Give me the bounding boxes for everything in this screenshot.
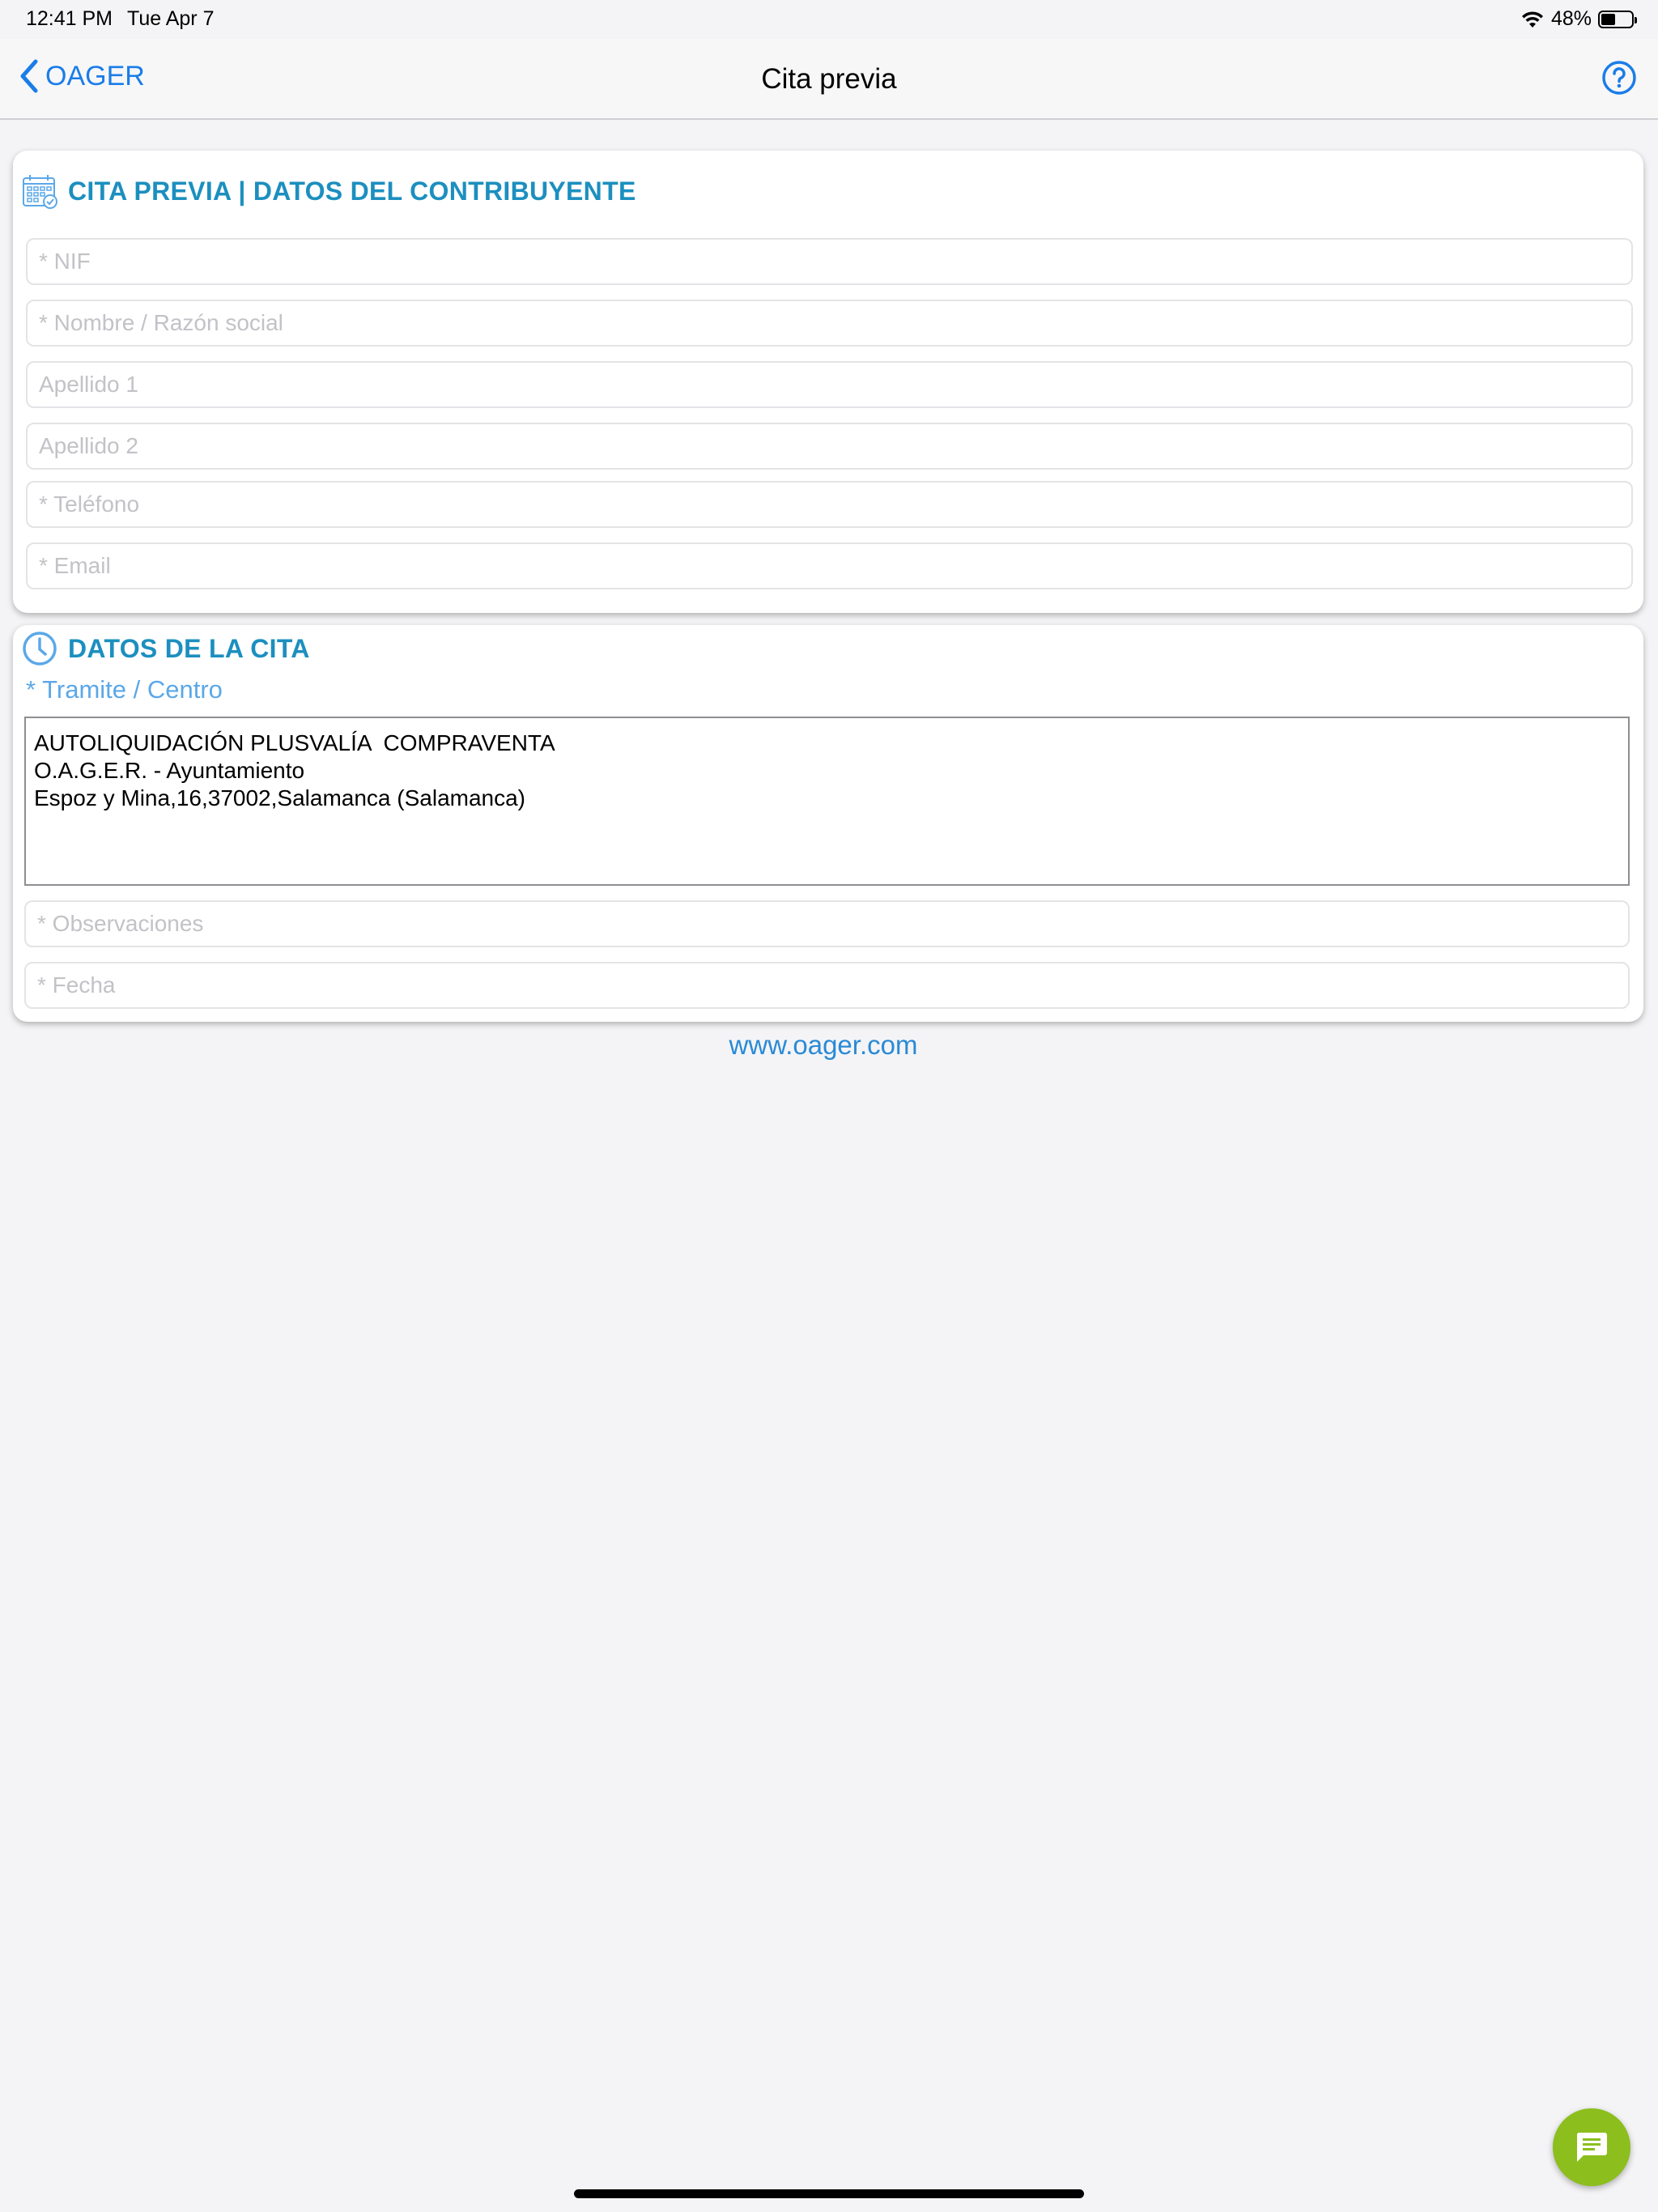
status-indicators: 48%	[1520, 7, 1637, 31]
battery-percent: 48%	[1550, 7, 1592, 30]
tramite-line-office: O.A.G.E.R. - Ayuntamiento	[34, 758, 305, 783]
phone-field[interactable]: * Teléfono	[26, 481, 1633, 528]
appointment-section-header: DATOS DE LA CITA	[21, 630, 310, 667]
taxpayer-section-header: CITA PREVIA | DATOS DEL CONTRIBUYENTE	[21, 172, 636, 210]
calendar-icon	[23, 175, 57, 209]
email-field[interactable]: * Email	[26, 542, 1633, 589]
taxpayer-section-title: CITA PREVIA | DATOS DEL CONTRIBUYENTE	[68, 176, 636, 206]
website-link[interactable]: www.oager.com	[0, 1030, 1647, 1061]
nif-field[interactable]: * NIF	[26, 238, 1633, 285]
appointment-data-card: DATOS DE LA CITA * Tramite / Centro AUTO…	[13, 625, 1643, 1022]
chat-icon	[1576, 2133, 1607, 2162]
home-indicator[interactable]	[574, 2189, 1084, 2198]
appointment-section-title: DATOS DE LA CITA	[68, 633, 310, 663]
battery-fill	[1601, 13, 1616, 25]
status-bar: 12:41 PM Tue Apr 7 48%	[0, 0, 1658, 39]
status-date: Tue Apr 7	[127, 7, 215, 30]
surname-1-field[interactable]: Apellido 1	[26, 361, 1633, 408]
clock-icon	[23, 632, 57, 666]
status-time: 12:41 PM	[26, 7, 113, 30]
chat-button[interactable]	[1553, 2108, 1630, 2186]
tramite-label: * Tramite / Centro	[26, 675, 223, 704]
tramite-line-address: Espoz y Mina,16,37002,Salamanca (Salaman…	[34, 785, 526, 810]
wifi-icon	[1521, 11, 1543, 28]
navigation-bar: OAGER Cita previa	[0, 39, 1658, 120]
tramite-line-procedure: AUTOLIQUIDACIÓN PLUSVALÍA COMPRAVENTA	[34, 730, 555, 755]
observations-field[interactable]: * Observaciones	[24, 900, 1630, 947]
page-title: Cita previa	[761, 63, 897, 95]
date-field[interactable]: * Fecha	[24, 962, 1630, 1009]
name-field[interactable]: * Nombre / Razón social	[26, 300, 1633, 347]
surname-2-field[interactable]: Apellido 2	[26, 423, 1633, 470]
help-circle-icon[interactable]	[1601, 60, 1637, 96]
battery-icon	[1598, 10, 1637, 28]
tramite-selector[interactable]: AUTOLIQUIDACIÓN PLUSVALÍA COMPRAVENTA O.…	[24, 717, 1630, 886]
taxpayer-data-card: CITA PREVIA | DATOS DEL CONTRIBUYENTE * …	[13, 151, 1643, 613]
